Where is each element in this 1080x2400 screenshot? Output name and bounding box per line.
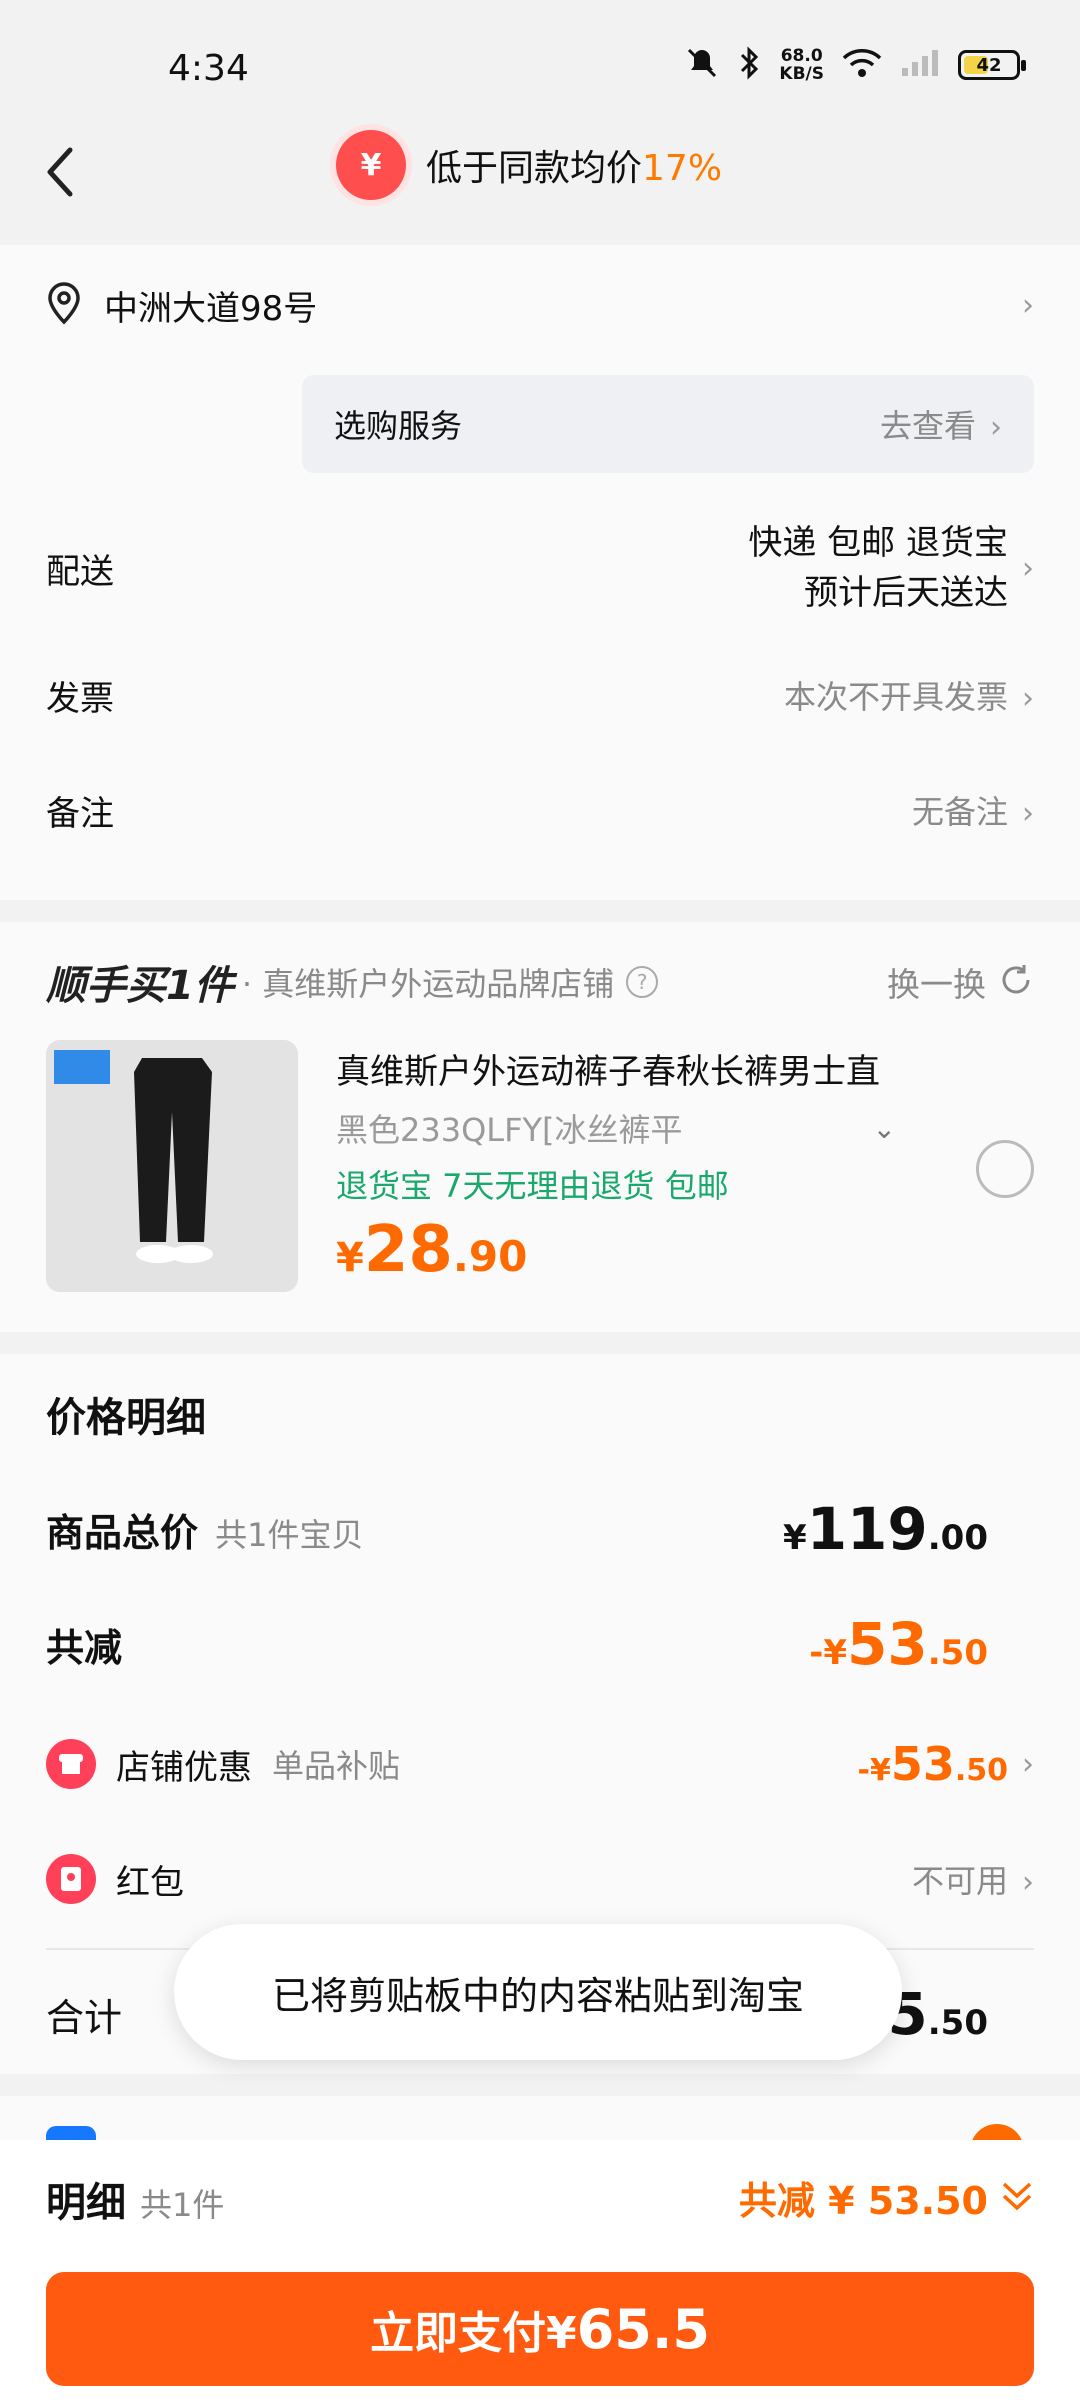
- battery-icon: 42: [958, 50, 1026, 80]
- net-speed: 68.0 KB/S: [779, 46, 824, 84]
- detail-label: 明细: [46, 2180, 126, 2226]
- remark-label: 备注: [46, 793, 114, 834]
- header-title: 低于同款均价17%: [426, 148, 723, 189]
- status-icons: 68.0 KB/S 42: [685, 46, 1026, 84]
- delivery-row[interactable]: 配送 快递 包邮 退货宝 预计后天送达 ›: [46, 513, 1034, 623]
- chevron-right-icon: ›: [1022, 550, 1034, 586]
- chevron-right-icon: ›: [1022, 681, 1034, 716]
- red-packet-label: 红包: [116, 1862, 184, 1903]
- location-pin-icon: [46, 281, 82, 329]
- addon-logo: 顺手买1件: [46, 963, 234, 1009]
- header: ¥ 低于同款均价17%: [0, 110, 1080, 245]
- chevron-down-icon: ⌄: [872, 1111, 896, 1145]
- product-title: 真维斯户外运动裤子春秋长裤男士直: [336, 1052, 880, 1092]
- bottom-bar: 明细 共1件 共减 ¥ 53.50 立即支付¥ 65.5: [0, 2140, 1080, 2400]
- select-radio[interactable]: [976, 1140, 1034, 1198]
- reduce-row: 共减 -¥53.50: [46, 1609, 1034, 1679]
- mute-icon: [685, 46, 719, 84]
- detail-toggle[interactable]: 明细 共1件: [46, 2170, 224, 2228]
- red-packet-value: 不可用: [911, 1862, 1008, 1900]
- double-chevron-down-icon: [1000, 2178, 1034, 2218]
- product-tags: 退货宝 7天无理由退货 包邮: [336, 1167, 729, 1205]
- addon-store: · 真维斯户外运动品牌店铺: [241, 965, 615, 1003]
- service-action: 去查看: [879, 407, 976, 445]
- service-label: 选购服务: [334, 407, 463, 445]
- chevron-right-icon: ›: [1022, 287, 1034, 323]
- back-arrow-icon: [47, 147, 73, 197]
- chevron-right-icon: ›: [1022, 1746, 1034, 1782]
- remark-value: 无备注: [911, 793, 1008, 831]
- reduce-summary-text: 共减 ¥ 53.50: [738, 2179, 988, 2223]
- chevron-right-icon: ›: [1022, 796, 1034, 831]
- bluetooth-icon: [737, 46, 761, 84]
- back-button[interactable]: [30, 132, 90, 212]
- swap-label: 换一换: [887, 965, 986, 1004]
- product-price: ¥28.90: [336, 1213, 528, 1287]
- service-row[interactable]: 选购服务 去查看 ›: [302, 375, 1034, 473]
- addon-card: 顺手买1件 · 真维斯户外运动品牌店铺 ? 换一换 真维斯户外运动裤子春秋长裤男…: [0, 922, 1080, 1332]
- sku-selector[interactable]: 黑色233QLFY[冰丝裤平 ⌄: [336, 1105, 896, 1151]
- wifi-icon: [842, 48, 882, 82]
- price-detail-title: 价格明细: [46, 1395, 206, 1441]
- store-icon: [46, 1739, 96, 1789]
- red-packet-icon: [46, 1854, 96, 1904]
- total-label: 商品总价: [46, 1510, 199, 1555]
- addon-header: 顺手买1件 · 真维斯户外运动品牌店铺 ? 换一换: [46, 952, 1034, 1012]
- address-text: 中洲大道98号: [104, 288, 318, 329]
- header-pct: 17%: [642, 148, 723, 189]
- product-info[interactable]: 真维斯户外运动裤子春秋长裤男士直 黑色233QLFY[冰丝裤平 ⌄ 退货宝 7天…: [336, 1044, 936, 1287]
- total-sub: 共1件宝贝: [215, 1515, 364, 1554]
- pay-now-button[interactable]: 立即支付¥ 65.5: [46, 2272, 1034, 2386]
- store-discount-row[interactable]: 店铺优惠 单品补贴 -¥53.50 ›: [46, 1729, 1034, 1799]
- reduce-summary[interactable]: 共减 ¥ 53.50: [739, 2170, 1034, 2225]
- store-discount-value: -¥53.50: [857, 1737, 1009, 1791]
- refresh-icon: [998, 962, 1034, 1002]
- store-discount-label: 店铺优惠: [116, 1747, 252, 1788]
- remark-row[interactable]: 备注 无备注 ›: [46, 780, 1034, 840]
- clipboard-toast: 已将剪贴板中的内容粘贴到淘宝: [174, 1924, 902, 2060]
- reduce-label: 共减: [46, 1625, 123, 1670]
- invoice-label: 发票: [46, 678, 114, 719]
- product-image[interactable]: [46, 1040, 298, 1292]
- price-down-icon: ¥: [336, 130, 406, 200]
- delivery-method: 快递 包邮 退货宝: [748, 523, 1008, 563]
- red-packet-row[interactable]: 红包 不可用 ›: [46, 1844, 1034, 1914]
- total-price: ¥119.00: [783, 1495, 988, 1563]
- status-time: 4:34: [168, 48, 249, 89]
- swap-button[interactable]: 换一换: [887, 958, 1034, 1006]
- price-compare-banner: ¥ 低于同款均价17%: [336, 130, 722, 200]
- invoice-value: 本次不开具发票: [783, 678, 1008, 716]
- help-icon[interactable]: ?: [626, 966, 659, 998]
- sum-label: 合计: [46, 1995, 123, 2040]
- order-info-card: 中洲大道98号 › 选购服务 去查看 › 配送 快递 包邮 退货宝 预计后天送达 …: [0, 245, 1080, 900]
- total-row: 商品总价 共1件宝贝 ¥119.00: [46, 1494, 1034, 1564]
- signal-icon: [900, 48, 940, 82]
- chevron-right-icon: ›: [1022, 1865, 1034, 1900]
- store-discount-sub: 单品补贴: [272, 1747, 401, 1785]
- detail-sub: 共1件: [140, 2186, 225, 2224]
- delivery-eta: 预计后天送达: [804, 573, 1008, 613]
- price-detail-title-row: 价格明细: [46, 1384, 1034, 1444]
- invoice-row[interactable]: 发票 本次不开具发票 ›: [46, 665, 1034, 725]
- reduce-price: -¥53.50: [809, 1610, 988, 1678]
- chevron-right-icon: ›: [990, 410, 1002, 445]
- product-sku: 黑色233QLFY[冰丝裤平: [336, 1111, 683, 1149]
- address-row[interactable]: 中洲大道98号 ›: [46, 275, 1034, 335]
- delivery-label: 配送: [46, 551, 114, 592]
